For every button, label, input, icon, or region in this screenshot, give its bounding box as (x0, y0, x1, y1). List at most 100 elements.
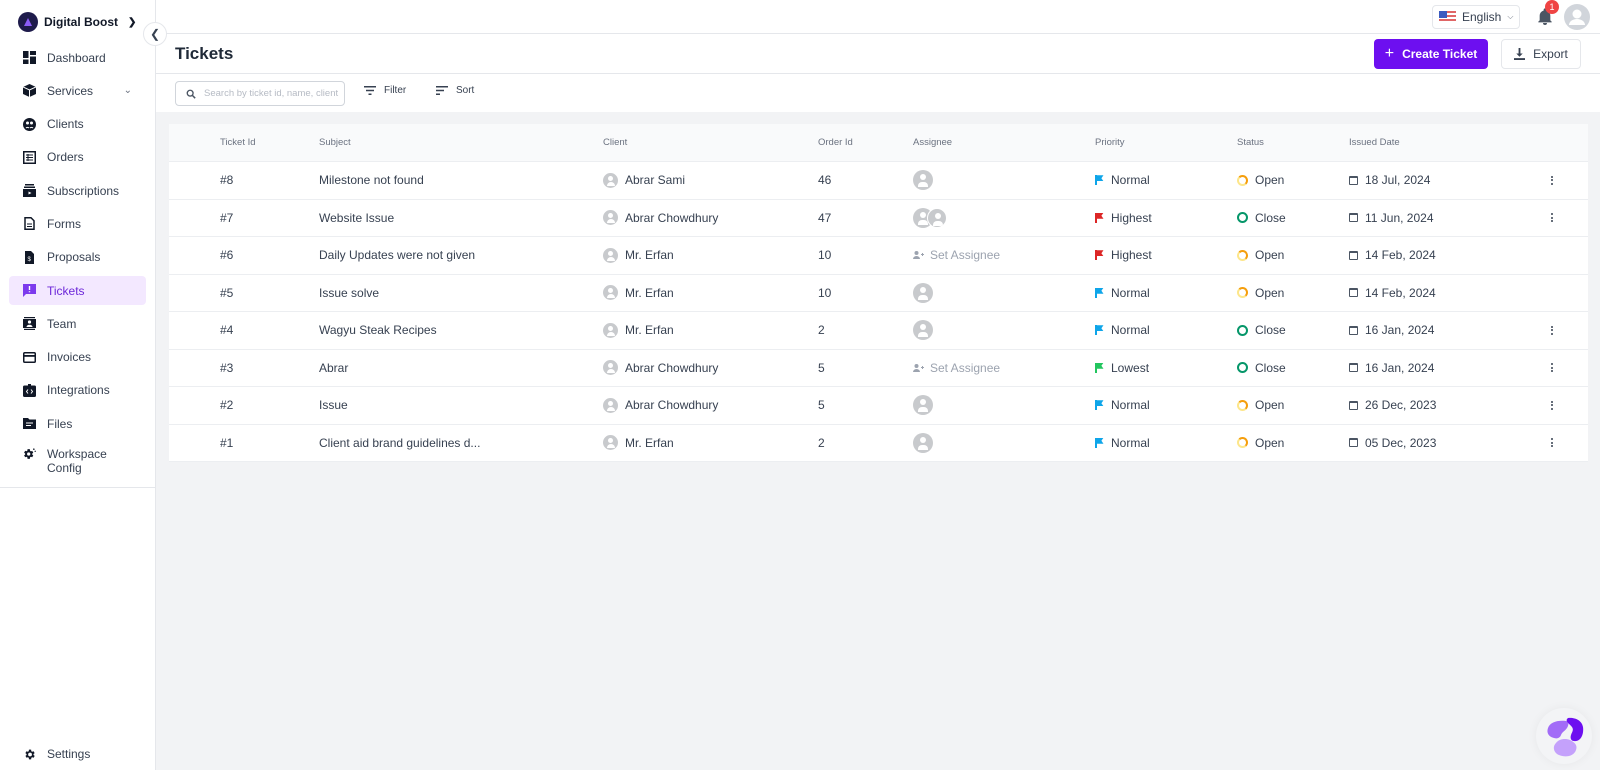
status-cell[interactable]: Open (1237, 387, 1284, 424)
assignee-avatar[interactable] (913, 395, 933, 416)
sidebar-item-workspace-config[interactable]: Workspace Config (9, 443, 146, 481)
sidebar-item-dashboard[interactable]: Dashboard (9, 43, 146, 72)
ticket-id[interactable]: #2 (220, 387, 233, 424)
assignee-avatar[interactable] (913, 170, 933, 191)
search-box[interactable] (175, 81, 345, 106)
status-cell[interactable]: Close (1237, 350, 1286, 387)
ticket-subject[interactable]: Website Issue (319, 200, 394, 237)
table-row[interactable]: #1 Client aid brand guidelines d... Mr. Er… (169, 425, 1588, 462)
set-assignee-button[interactable]: Set Assignee (913, 361, 1000, 375)
issued-date-cell: 18 Jul, 2024 (1349, 162, 1430, 199)
workspace-switcher[interactable]: Digital Boost ❯ (18, 12, 136, 32)
sidebar-item-settings[interactable]: Settings (23, 747, 90, 761)
status-cell[interactable]: Close (1237, 200, 1286, 237)
status-cell[interactable]: Open (1237, 237, 1284, 274)
ticket-subject[interactable]: Wagyu Steak Recipes (319, 312, 437, 349)
row-actions-button[interactable] (1549, 200, 1555, 237)
assignee-avatar[interactable] (927, 207, 947, 228)
form-icon (23, 217, 36, 231)
sidebar-item-proposals[interactable]: $ Proposals (9, 243, 146, 272)
sidebar-item-orders[interactable]: Orders (9, 143, 146, 172)
ticket-id[interactable]: #6 (220, 237, 233, 274)
priority-cell[interactable]: Normal (1095, 387, 1150, 424)
status-open-icon (1237, 287, 1248, 299)
sort-button[interactable]: Sort (436, 85, 474, 96)
sidebar-item-services[interactable]: Services ⌄ (9, 76, 146, 105)
status-cell[interactable]: Open (1237, 162, 1284, 199)
sidebar-item-label: Invoices (47, 350, 92, 365)
set-assignee-button[interactable]: Set Assignee (913, 248, 1000, 262)
column-header-priority[interactable]: Priority (1095, 124, 1125, 161)
sidebar-item-files[interactable]: Files (9, 409, 146, 438)
status-cell[interactable]: Open (1237, 275, 1284, 312)
priority-cell[interactable]: Normal (1095, 275, 1150, 312)
table-row[interactable]: #7 Website Issue Abrar Chowdhury 47 Highest C… (169, 200, 1588, 237)
status-cell[interactable]: Open (1237, 425, 1284, 462)
row-actions-button[interactable] (1549, 312, 1555, 349)
table-row[interactable]: #4 Wagyu Steak Recipes Mr. Erfan 2 Normal Clo… (169, 312, 1588, 350)
priority-cell[interactable]: Lowest (1095, 350, 1149, 387)
ticket-id[interactable]: #8 (220, 162, 233, 199)
sidebar-item-clients[interactable]: Clients (9, 110, 146, 139)
priority-cell[interactable]: Normal (1095, 162, 1150, 199)
ticket-subject[interactable]: Issue solve (319, 275, 379, 312)
export-button[interactable]: Export (1501, 39, 1581, 69)
ticket-subject[interactable]: Client aid brand guidelines d... (319, 425, 480, 462)
row-actions-button[interactable] (1549, 162, 1555, 199)
priority-cell[interactable]: Normal (1095, 312, 1150, 349)
more-vertical-icon (1549, 400, 1555, 410)
assignee-cell: Set Assignee (913, 350, 1000, 387)
search-input[interactable] (204, 88, 344, 99)
ticket-id[interactable]: #5 (220, 275, 233, 312)
sidebar-item-integrations[interactable]: Integrations (9, 376, 146, 405)
ticket-id[interactable]: #7 (220, 200, 233, 237)
language-selector[interactable]: English ⌵ (1432, 5, 1520, 29)
priority-label: Lowest (1111, 360, 1150, 375)
priority-cell[interactable]: Highest (1095, 237, 1152, 274)
sidebar-item-tickets[interactable]: Tickets (9, 276, 146, 306)
ticket-subject[interactable]: Issue (319, 387, 348, 424)
sidebar-item-invoices[interactable]: Invoices (9, 343, 146, 372)
issued-date-cell: 26 Dec, 2023 (1349, 387, 1436, 424)
ticket-subject[interactable]: Daily Updates were not given (319, 237, 475, 274)
assignee-cell (913, 275, 933, 312)
sidebar-item-subscriptions[interactable]: Subscriptions (9, 176, 146, 205)
table-row[interactable]: #8 Milestone not found Abrar Sami 46 Normal O… (169, 162, 1588, 200)
filter-button[interactable]: Filter (364, 85, 406, 96)
assignee-cell (913, 200, 947, 237)
sidebar-item-team[interactable]: Team (9, 309, 146, 338)
table-row[interactable]: #2 Issue Abrar Chowdhury 5 Normal Open 26 Dec,… (169, 387, 1588, 425)
ticket-subject[interactable]: Abrar (319, 350, 348, 387)
column-header-order-id[interactable]: Order Id (818, 124, 853, 161)
column-header-issued-date[interactable]: Issued Date (1349, 124, 1400, 161)
ticket-id[interactable]: #3 (220, 350, 233, 387)
column-header-status[interactable]: Status (1237, 124, 1264, 161)
user-avatar[interactable] (1564, 4, 1590, 30)
row-actions-button[interactable] (1549, 387, 1555, 424)
ticket-id[interactable]: #1 (220, 425, 233, 462)
ticket-subject[interactable]: Milestone not found (319, 162, 424, 199)
table-row[interactable]: #6 Daily Updates were not given Mr. Erfan 1… (169, 237, 1588, 275)
priority-cell[interactable]: Normal (1095, 425, 1150, 462)
issued-date: 16 Jan, 2024 (1365, 360, 1435, 375)
assignee-avatar[interactable] (913, 282, 933, 303)
sidebar-item-forms[interactable]: Forms (9, 209, 146, 238)
collapse-sidebar-button[interactable]: ❮ (143, 22, 167, 46)
column-header-subject[interactable]: Subject (319, 124, 351, 161)
ticket-id[interactable]: #4 (220, 312, 233, 349)
column-header-ticket-id[interactable]: Ticket Id (220, 124, 256, 161)
calendar-icon (1349, 288, 1358, 298)
assignee-avatar[interactable] (913, 432, 933, 453)
table-row[interactable]: #3 Abrar Abrar Chowdhury 5 Set Assignee Lowes… (169, 350, 1588, 387)
priority-cell[interactable]: Highest (1095, 200, 1152, 237)
support-chat-button[interactable] (1536, 708, 1592, 764)
row-actions-button[interactable] (1549, 350, 1555, 387)
filter-label: Filter (384, 85, 407, 96)
table-row[interactable]: #5 Issue solve Mr. Erfan 10 Normal Open 14 Feb… (169, 275, 1588, 312)
column-header-assignee[interactable]: Assignee (913, 124, 952, 161)
row-actions-button[interactable] (1549, 425, 1555, 462)
create-ticket-button[interactable]: + Create Ticket (1374, 39, 1488, 69)
status-cell[interactable]: Close (1237, 312, 1286, 349)
assignee-avatar[interactable] (913, 320, 933, 341)
column-header-client[interactable]: Client (603, 124, 627, 161)
